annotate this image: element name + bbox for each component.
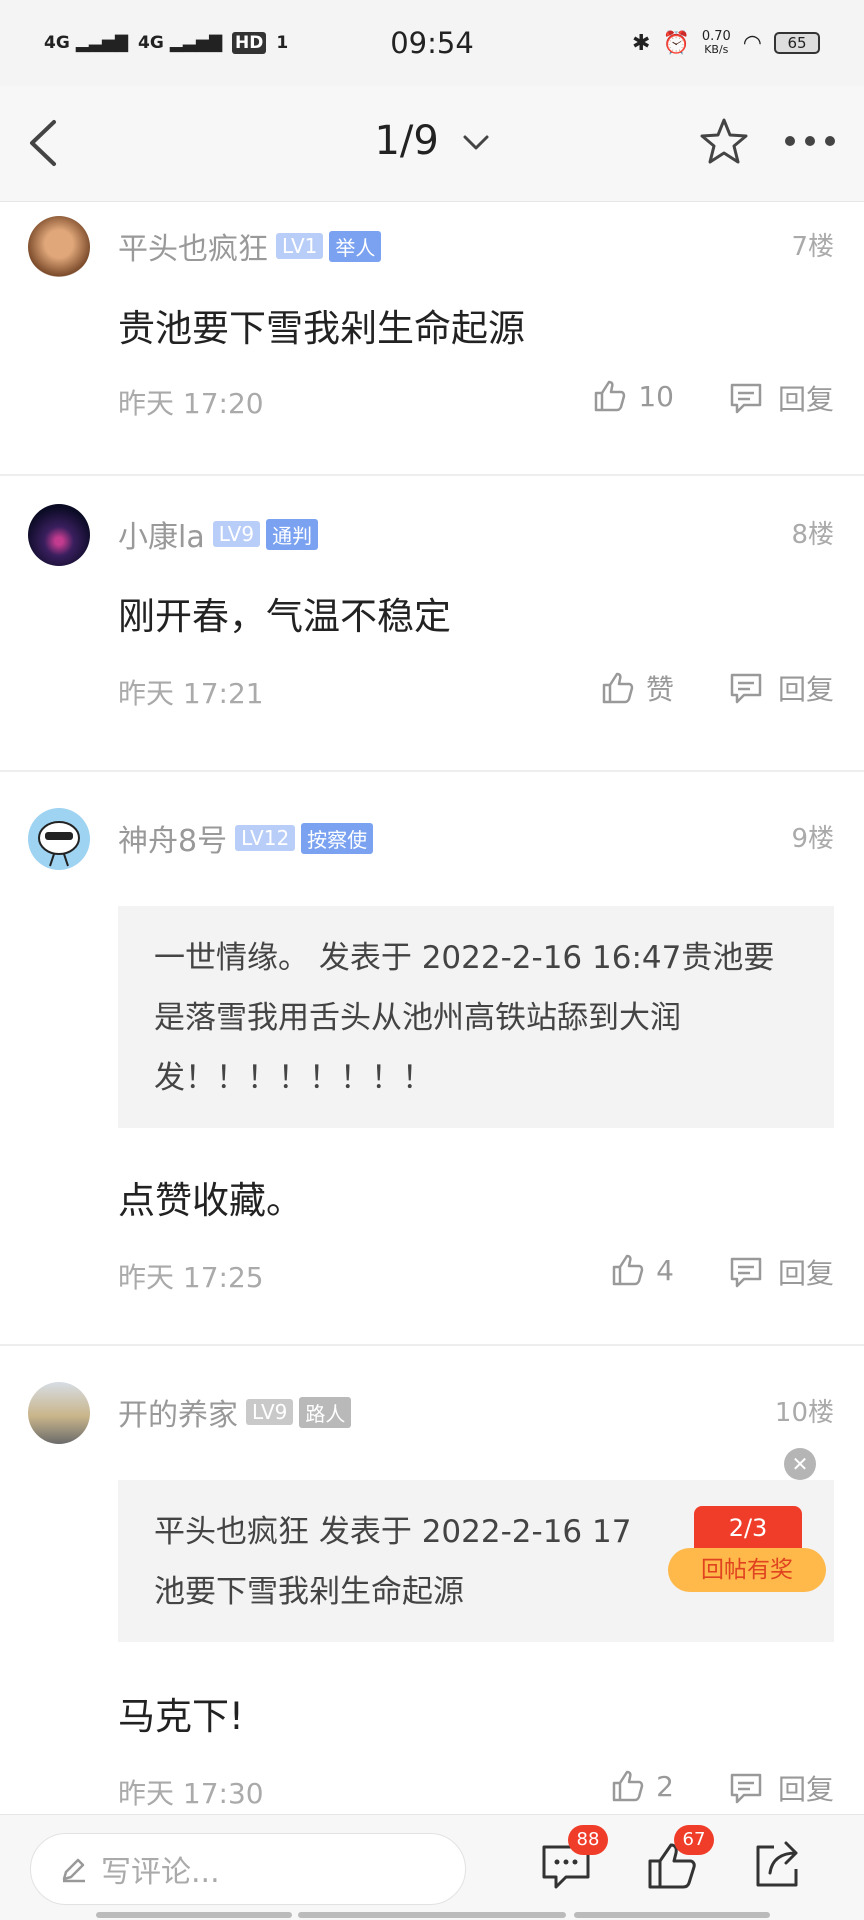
level-badge: LV12: [235, 825, 296, 851]
reply-content: 刚开春，气温不稳定: [118, 595, 451, 638]
floor-number: 7楼: [791, 232, 834, 262]
comment-icon: [730, 383, 762, 414]
reply-label: 回复: [777, 1773, 834, 1806]
like-button[interactable]: 2: [610, 1768, 674, 1804]
avatar[interactable]: [28, 1382, 90, 1444]
reply-post: 神舟8号 LV12 按察使 9楼 一世情缘。 发表于 2022-2-16 16:…: [0, 772, 864, 1346]
chevron-down-icon: [463, 135, 489, 150]
battery-icon: 65: [774, 32, 820, 54]
avatar[interactable]: [28, 808, 90, 870]
bluetooth-icon: ✱: [632, 30, 651, 56]
nav-bar: 1/9: [0, 86, 864, 202]
avatar[interactable]: [28, 504, 90, 566]
close-promo-button[interactable]: ✕: [784, 1448, 816, 1480]
reply-button[interactable]: 回复: [728, 1768, 834, 1808]
username[interactable]: 神舟8号: [118, 816, 227, 860]
reply-button[interactable]: 回复: [728, 1252, 834, 1292]
gesture-bar: [574, 1912, 770, 1918]
star-icon[interactable]: [698, 116, 750, 168]
title-badge: 通判: [266, 518, 319, 550]
reply-content: 点赞收藏。: [118, 1179, 303, 1222]
like-button[interactable]: 赞: [600, 668, 674, 708]
comment-placeholder: 写评论...: [101, 1855, 220, 1890]
title-badge: 路人: [299, 1396, 352, 1428]
username[interactable]: 平头也疯狂: [118, 224, 268, 268]
reply-reward-promo[interactable]: 2/3 回帖有奖: [668, 1506, 826, 1596]
floor-number: 10楼: [774, 1398, 834, 1428]
like-count: 赞: [645, 673, 674, 706]
username[interactable]: 开的养家: [118, 1390, 238, 1434]
more-icon[interactable]: [780, 126, 840, 156]
reply-content: 马克下!: [118, 1695, 244, 1738]
timestamp: 昨天 17:30: [118, 1777, 264, 1810]
like-button[interactable]: 4: [610, 1252, 674, 1288]
share-button[interactable]: [748, 1835, 808, 1895]
floor-number: 8楼: [791, 520, 834, 550]
gesture-bar: [96, 1912, 292, 1918]
like-count: 10: [638, 379, 674, 413]
likes-badge: 67: [674, 1825, 714, 1855]
title-badge: 按察使: [301, 822, 374, 854]
bottom-bar: 写评论... 88 67: [0, 1814, 864, 1920]
thumbs-up-icon: [602, 672, 634, 704]
page-indicator: 1/9: [374, 118, 439, 164]
reply-label: 回复: [777, 383, 834, 416]
status-bar: 4G ▂▃▅▇ 4G ▂▃▅▇ HD 1 09:54 ✱ ⏰ 0.70 KB/s…: [0, 0, 864, 86]
username[interactable]: 小康la: [118, 512, 205, 556]
thumbs-up-icon: [612, 1254, 644, 1286]
timestamp: 昨天 17:21: [118, 677, 264, 710]
promo-label: 回帖有奖: [668, 1548, 826, 1592]
reply-button[interactable]: 回复: [728, 378, 834, 418]
comment-input[interactable]: 写评论...: [30, 1833, 466, 1905]
reply-label: 回复: [777, 673, 834, 706]
cartoon-avatar-icon: [38, 821, 80, 867]
reply-label: 回复: [777, 1257, 834, 1290]
comment-icon: [730, 1773, 762, 1804]
like-count: 4: [656, 1253, 674, 1287]
reply-post: 小康la LV9 通判 8楼 刚开春，气温不稳定 昨天 17:21 赞 回复: [0, 476, 864, 772]
pencil-icon: [62, 1858, 85, 1883]
hd-icon: HD: [232, 32, 267, 54]
comments-badge: 88: [568, 1825, 608, 1855]
cellular-signal-1: 4G ▂▃▅▇: [44, 33, 129, 53]
reply-post: 平头也疯狂 LV1 举人 7楼 贵池要下雪我剁生命起源 昨天 17:20 10 …: [0, 202, 864, 476]
title-badge: 举人: [329, 230, 382, 262]
timestamp: 昨天 17:20: [118, 387, 264, 420]
hd-sub: 1: [276, 33, 289, 53]
alarm-icon: ⏰: [662, 30, 690, 56]
promo-count: 2/3: [694, 1506, 802, 1552]
cellular-signal-2: 4G ▂▃▅▇: [138, 33, 223, 53]
like-count: 2: [656, 1769, 674, 1803]
comment-icon: [730, 1257, 762, 1288]
reply-button[interactable]: 回复: [728, 668, 834, 708]
level-badge: LV9: [212, 521, 261, 547]
level-badge: LV9: [246, 1399, 294, 1425]
gesture-bar: [298, 1912, 566, 1918]
thumbs-up-icon: [595, 380, 626, 412]
timestamp: 昨天 17:25: [118, 1261, 264, 1294]
like-button[interactable]: 10: [592, 378, 674, 414]
share-icon: [756, 1841, 798, 1887]
net-speed: 0.70 KB/s: [701, 29, 731, 56]
thread-like-button[interactable]: 67: [642, 1825, 714, 1895]
comment-icon: [730, 673, 762, 704]
floor-number: 9楼: [791, 824, 834, 854]
avatar[interactable]: [28, 216, 90, 278]
comments-button[interactable]: 88: [536, 1825, 608, 1895]
wifi-icon: ◠: [742, 30, 762, 56]
thumbs-up-icon: [612, 1770, 644, 1802]
reply-content: 贵池要下雪我剁生命起源: [118, 307, 525, 350]
quoted-reply[interactable]: 一世情缘。 发表于 2022-2-16 16:47贵池要是落雪我用舌头从池州高铁…: [118, 906, 834, 1128]
level-badge: LV1: [276, 233, 324, 259]
